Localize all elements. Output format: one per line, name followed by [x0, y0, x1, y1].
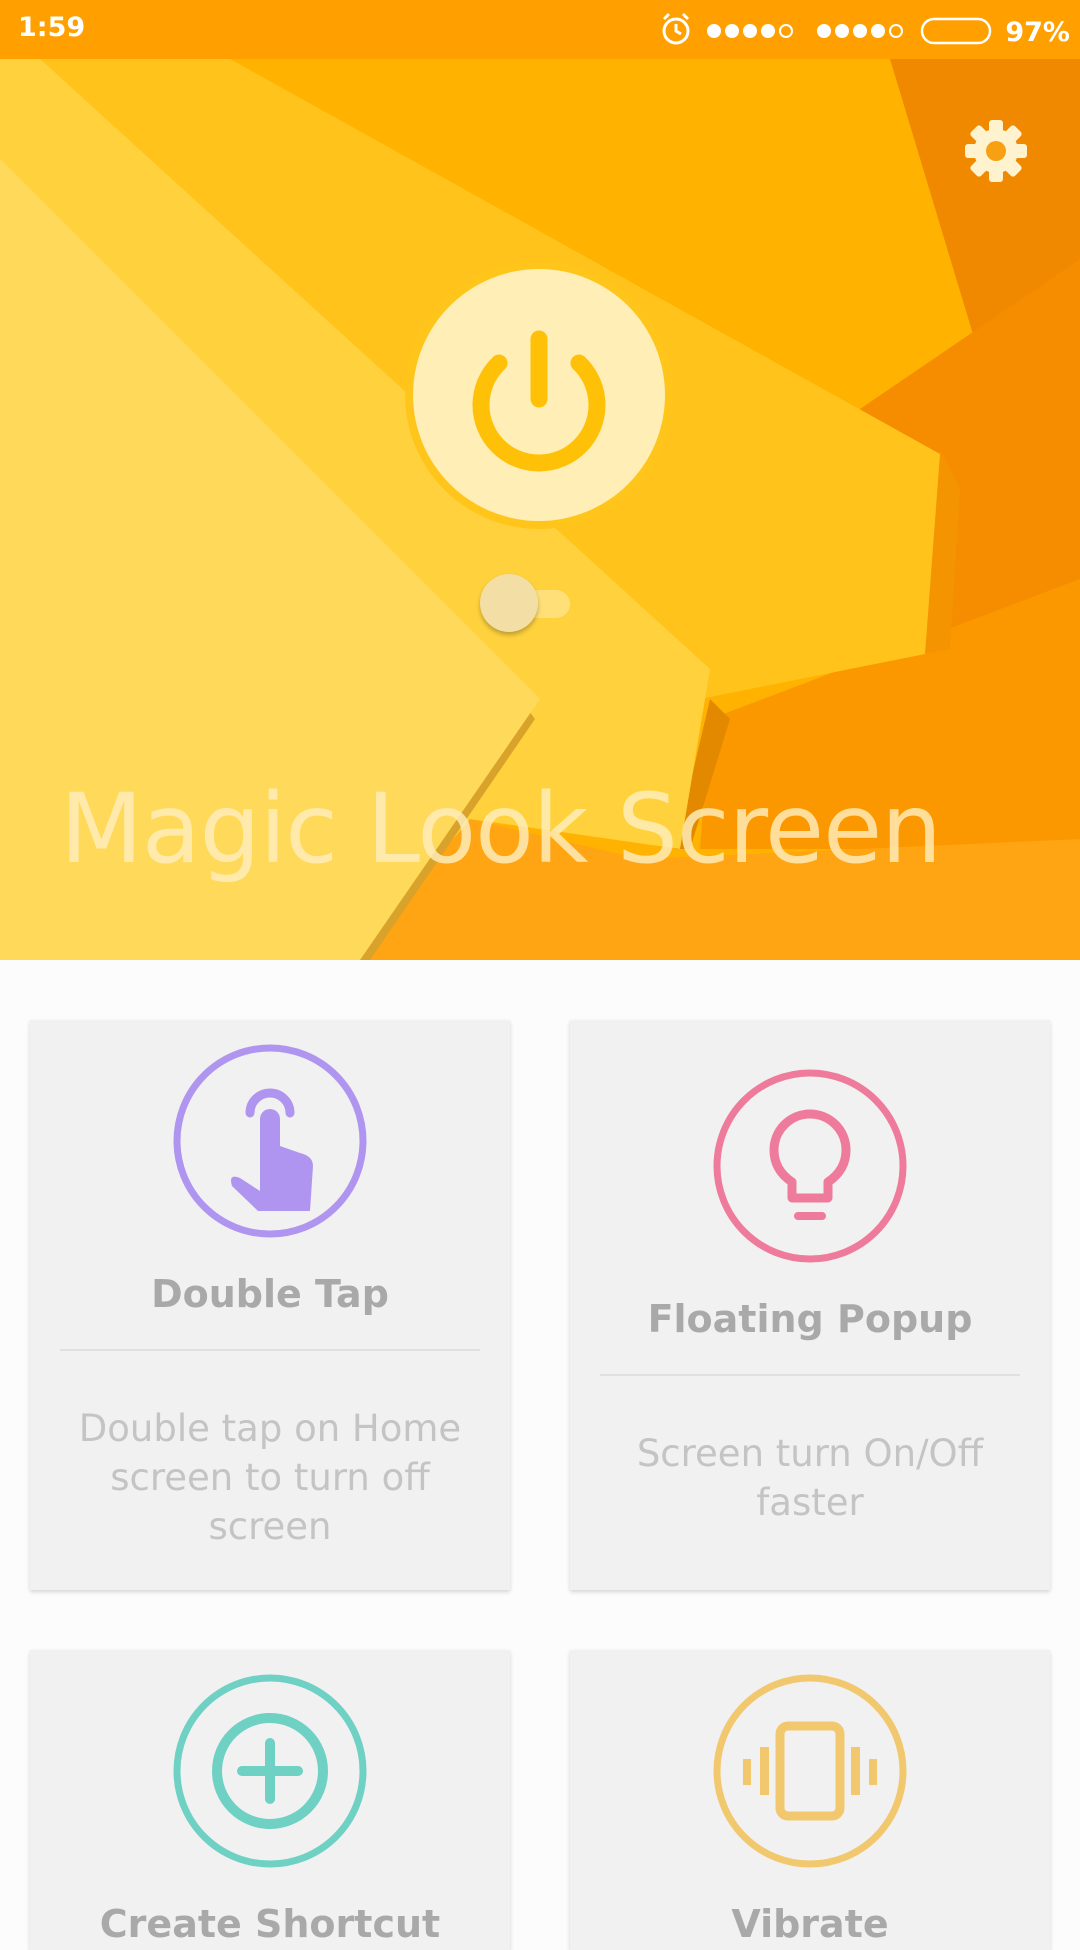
battery-icon	[920, 17, 992, 45]
power-icon	[405, 261, 673, 529]
card-create-shortcut[interactable]: Create Shortcut	[30, 1650, 510, 1950]
hero-header: Magic Look Screen	[0, 59, 1080, 960]
card-vibrate[interactable]: Vibrate	[570, 1650, 1050, 1950]
vibrate-icon	[713, 1674, 907, 1868]
alarm-icon	[662, 12, 690, 45]
service-toggle[interactable]	[480, 572, 576, 634]
gear-icon	[965, 120, 1027, 182]
power-button[interactable]	[403, 259, 675, 531]
finger-tap-icon	[173, 1044, 367, 1238]
signal-sim2-icon	[817, 24, 903, 38]
card-title: Floating Popup	[647, 1297, 973, 1341]
battery-percent: 97%	[1005, 17, 1070, 48]
card-title: Double Tap	[151, 1272, 389, 1316]
card-floating-popup[interactable]: Floating Popup Screen turn On/Off faster	[570, 1020, 1050, 1590]
status-icons: 97%	[660, 10, 1070, 50]
status-bar: 1:59 97%	[0, 0, 1080, 59]
app-title: Magic Look Screen	[60, 773, 942, 885]
add-circle-icon	[173, 1674, 367, 1868]
card-title: Create Shortcut	[99, 1902, 441, 1946]
status-time: 1:59	[18, 12, 86, 43]
settings-button[interactable]	[956, 111, 1036, 191]
card-double-tap[interactable]: Double Tap Double tap on Home screen to …	[30, 1020, 510, 1590]
lightbulb-icon	[713, 1069, 907, 1263]
status-icons-svg: 97%	[662, 12, 1070, 48]
card-divider	[60, 1349, 480, 1351]
card-description: Double tap on Home screen to turn off sc…	[78, 1407, 462, 1548]
card-divider	[600, 1374, 1020, 1376]
card-description: Screen turn On/Off faster	[636, 1432, 984, 1524]
toggle-thumb	[480, 574, 538, 632]
signal-sim1-icon	[707, 24, 793, 38]
card-title: Vibrate	[731, 1902, 889, 1946]
